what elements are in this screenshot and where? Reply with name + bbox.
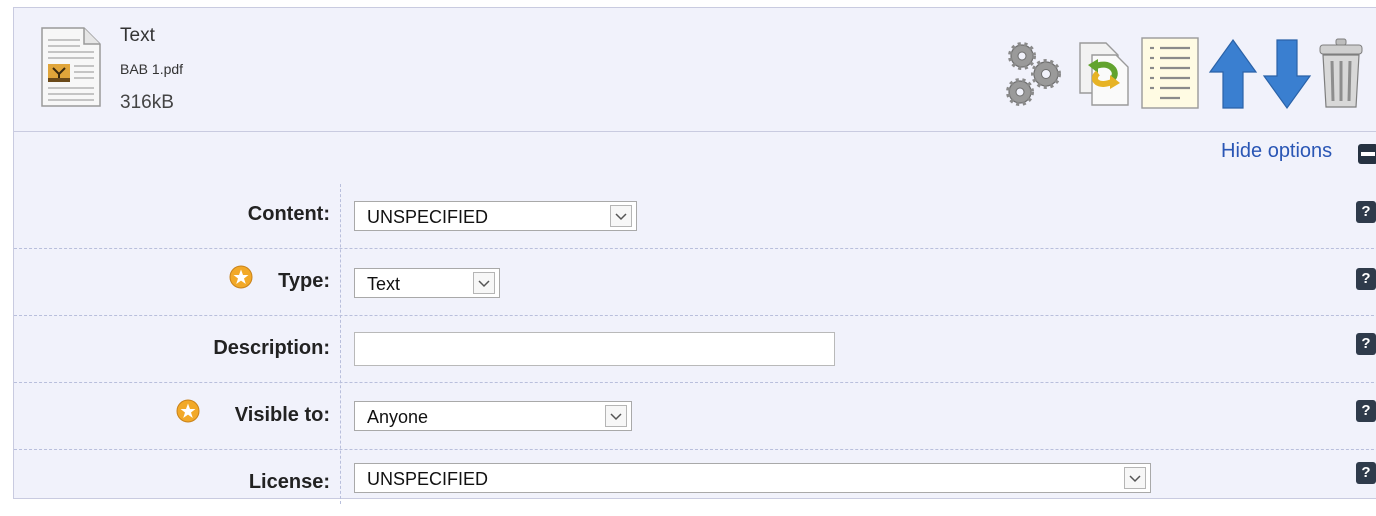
document-header: Text BAB 1.pdf 316kB (14, 8, 1376, 132)
file-name: BAB 1.pdf (120, 61, 184, 77)
preview-icon[interactable] (1140, 36, 1200, 115)
help-icon[interactable]: ? (1356, 268, 1376, 290)
chevron-down-icon (1124, 467, 1146, 489)
file-size: 316kB (120, 92, 174, 113)
form-row-type: Type: Text ? (14, 249, 1376, 316)
help-icon[interactable]: ? (1356, 462, 1376, 484)
type-label: Type: (278, 270, 330, 292)
gears-icon[interactable] (1004, 40, 1066, 113)
help-icon[interactable]: ? (1356, 333, 1376, 355)
license-select-value: UNSPECIFIED (367, 469, 489, 489)
chevron-down-icon (605, 405, 627, 427)
form-row-visible: Visible to: Anyone ? (14, 383, 1376, 450)
collapse-minus-icon[interactable] (1358, 144, 1376, 164)
help-icon[interactable]: ? (1356, 201, 1376, 223)
content-select-value: UNSPECIFIED (367, 207, 489, 227)
required-star-icon (176, 399, 200, 423)
help-icon[interactable]: ? (1356, 400, 1376, 422)
chevron-down-icon (610, 205, 632, 227)
document-panel: Text BAB 1.pdf 316kB Hide options Conten… (13, 7, 1376, 504)
form-row-content: Content: UNSPECIFIED ? (14, 182, 1376, 249)
form-row-description: Description: ? (14, 316, 1376, 383)
visible-to-label: Visible to: (234, 404, 330, 426)
content-label: Content: (247, 203, 330, 225)
visible-to-select[interactable]: Anyone (354, 401, 632, 431)
content-select[interactable]: UNSPECIFIED (354, 201, 637, 231)
trash-icon[interactable] (1316, 37, 1366, 116)
description-input[interactable] (354, 332, 835, 366)
move-up-icon[interactable] (1208, 38, 1258, 115)
chevron-down-icon (473, 272, 495, 294)
license-select[interactable]: UNSPECIFIED (354, 463, 1151, 493)
type-select[interactable]: Text (354, 268, 500, 298)
required-star-icon (229, 265, 253, 289)
convert-icon[interactable] (1076, 39, 1132, 114)
description-label: Description: (213, 337, 330, 359)
pdf-file-icon (38, 26, 102, 113)
type-select-value: Text (367, 274, 401, 294)
file-type-title: Text (120, 25, 155, 46)
move-down-icon[interactable] (1262, 38, 1312, 115)
hide-options-link[interactable]: Hide options (1221, 140, 1332, 163)
form-row-license: License: UNSPECIFIED ? (14, 450, 1376, 516)
visible-to-select-value: Anyone (367, 407, 429, 427)
